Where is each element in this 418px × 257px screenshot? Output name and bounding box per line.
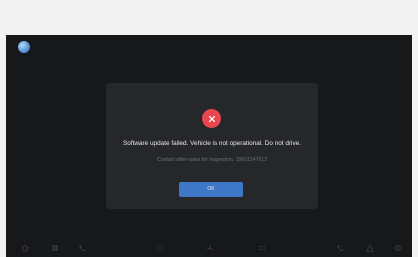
bottom-dock: [6, 239, 412, 257]
phone-icon[interactable]: [78, 244, 86, 252]
apps-icon[interactable]: [51, 244, 59, 252]
error-icon: [202, 109, 221, 128]
fan-icon[interactable]: [206, 244, 214, 252]
top-bar: [0, 0, 418, 35]
alert-icon[interactable]: [366, 244, 374, 252]
ok-button[interactable]: OK: [179, 182, 243, 197]
error-message: Software update failed. Vehicle is not o…: [123, 140, 301, 147]
settings-icon[interactable]: [394, 244, 402, 252]
music-icon[interactable]: [156, 244, 164, 252]
brand-logo-icon: [18, 41, 30, 53]
phone-call-icon[interactable]: [336, 244, 344, 252]
vehicle-screen: Software update failed. Vehicle is not o…: [6, 35, 412, 257]
home-icon[interactable]: [21, 244, 29, 252]
seat-icon[interactable]: [258, 244, 266, 252]
error-dialog: Software update failed. Vehicle is not o…: [106, 83, 318, 209]
error-submessage: Contact after-sales for inspection. 1960…: [156, 157, 268, 163]
